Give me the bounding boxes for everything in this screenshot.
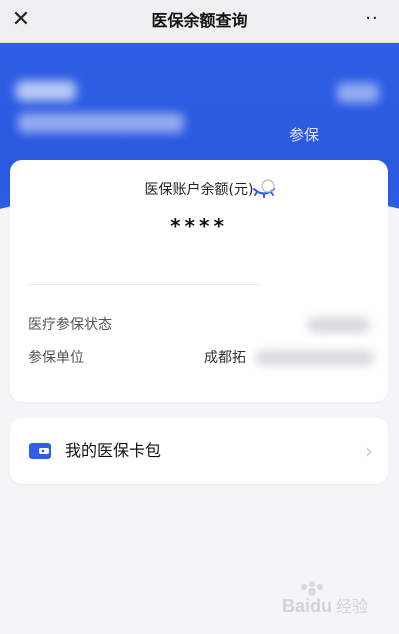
insured-label: 参保: [288, 126, 319, 144]
top-right-redacted: [337, 83, 379, 103]
svg-text:Baidu: Baidu: [282, 596, 332, 616]
insurance-status-row: 医疗参保状态: [28, 314, 374, 336]
insurance-status-value-redacted: [308, 318, 370, 332]
wallet-label: 我的医保卡包: [65, 441, 162, 460]
insured-unit-value-redacted: [256, 351, 374, 365]
balance-value: ****: [170, 214, 228, 238]
insured-unit-label: 参保单位: [28, 350, 84, 366]
wallet-icon: [28, 441, 52, 461]
svg-text:经验: 经验: [336, 597, 368, 616]
insured-unit-value: 成都拓: [204, 350, 246, 366]
balance-card: 医保账户余额(元) **** 医疗参保状态 参保单位 成都拓: [10, 160, 388, 402]
insured-unit-row: 参保单位 成都拓: [28, 347, 374, 369]
medical-card-wallet[interactable]: 我的医保卡包 ›: [10, 418, 388, 484]
eye-closed-icon[interactable]: [250, 178, 278, 200]
top-nav-bar: ✕ 医保余额查询 ··: [0, 0, 399, 43]
name-redacted: [16, 81, 76, 101]
balance-label: 医保账户余额(元): [144, 182, 254, 198]
divider: [28, 284, 260, 285]
insurance-status-label: 医疗参保状态: [28, 317, 112, 333]
id-number-redacted: [18, 113, 184, 133]
more-icon[interactable]: ··: [357, 6, 387, 34]
chevron-right-icon: ›: [365, 439, 373, 463]
page-title: 医保余额查询: [151, 11, 248, 30]
baidu-watermark: Baidu 经验: [278, 578, 388, 620]
